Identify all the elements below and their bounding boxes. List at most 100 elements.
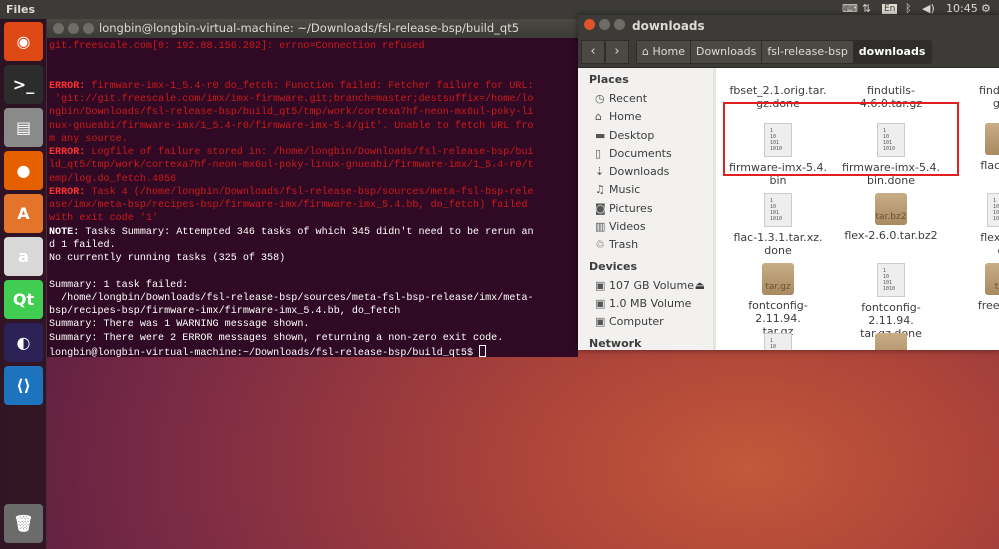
- file-item[interactable]: 1 10 101 1010fontconfig-2.11.94.tar.gz.d…: [841, 263, 941, 340]
- file-item[interactable]: tar.bz2 flex-2.6.0.tar.bz2: [841, 193, 941, 242]
- file-name: flac-1.3.1.tar.xz.: [733, 231, 823, 244]
- back-button[interactable]: ‹: [581, 40, 605, 64]
- file-item[interactable]: tar freetype: [951, 263, 999, 312]
- section-header: Network: [589, 336, 642, 350]
- film-icon: ▥: [595, 220, 606, 234]
- section-header: Places: [589, 73, 629, 86]
- sidebar-item-computer[interactable]: ▣ Computer: [578, 313, 713, 331]
- close-button[interactable]: [584, 19, 595, 30]
- launcher-qt-creator[interactable]: Qt: [4, 280, 43, 319]
- sidebar-item-pictures[interactable]: ◙ Pictures: [578, 200, 713, 218]
- terminal-titlebar[interactable]: longbin@longbin-virtual-machine: ~/Downl…: [47, 19, 578, 38]
- sidebar-item-label: Desktop: [609, 128, 655, 142]
- sidebar: Places ◷ Recent ⌂ Home ▬ Desktop ▯ Documents ⇣ Dow…: [578, 68, 716, 350]
- maximize-button[interactable]: [614, 19, 625, 30]
- sidebar-item-music[interactable]: ♫ Music: [578, 181, 713, 199]
- minimize-button[interactable]: [599, 19, 610, 30]
- keyboard-icon[interactable]: ⌨: [842, 2, 858, 15]
- file-manager-titlebar[interactable]: downloads: [578, 15, 999, 37]
- line-text: git.freescale.com[0: 192.88.156.202]: er…: [49, 41, 425, 52]
- file-item[interactable]: findutils-4.6.0.tar.gz: [841, 48, 941, 110]
- bluetooth-icon[interactable]: ᛒ: [905, 2, 912, 15]
- line-text: Summary: There were 2 ERROR messages sho…: [49, 332, 504, 344]
- sidebar-item-trash[interactable]: ♲ Trash: [578, 236, 713, 254]
- launcher: ◉ >_ ▤ ● Aa Qt ◐ ⟨⟩ 🗑: [0, 19, 47, 549]
- drive-icon: ▣: [595, 296, 606, 310]
- sidebar-item-1-0-mb-volume[interactable]: ▣ 1.0 MB Volume: [578, 295, 713, 313]
- line-text: ase/imx/meta-bsp/recipes-bsp/firmware-im…: [49, 200, 528, 211]
- sidebar-item-home[interactable]: ⌂ Home: [578, 108, 713, 126]
- file-manager-window[interactable]: downloads ‹ › ⌂ Home Downloads fsl-release…: [578, 15, 999, 350]
- sidebar-item-label: Pictures: [609, 201, 653, 215]
- clock[interactable]: 10:45: [946, 2, 978, 15]
- sidebar-item-desktop[interactable]: ▬ Desktop: [578, 127, 713, 145]
- music-icon: ♫: [595, 183, 605, 197]
- binary-file-icon: 1 10 101 1010: [987, 193, 999, 227]
- file-item[interactable]: fbset_2.1.orig.tar. gz.done: [728, 48, 828, 110]
- network-icon[interactable]: ⇅: [862, 2, 871, 15]
- folder-icon: ▬: [595, 128, 606, 142]
- window-title: downloads: [632, 19, 705, 33]
- archive-icon: tar: [985, 263, 999, 295]
- sidebar-item-videos[interactable]: ▥ Videos: [578, 218, 713, 236]
- volume-icon[interactable]: ◀): [922, 2, 935, 15]
- sidebar-item-107-gb-volume[interactable]: ▣ 107 GB Volume ⏏: [578, 277, 713, 295]
- keyboard-layout-indicator[interactable]: En: [882, 4, 898, 14]
- file-item[interactable]: 1 10 101 1010: [728, 333, 828, 350]
- terminal-line: No currently running tasks (325 of 358): [49, 252, 578, 265]
- terminal-line: m any source.: [49, 133, 578, 146]
- cursor: [479, 344, 487, 357]
- close-button[interactable]: [53, 23, 64, 34]
- launcher-software-center[interactable]: A: [4, 194, 43, 233]
- line-text: bsp/recipes-bsp/firmware-imx/firmware-im…: [49, 306, 401, 317]
- clock-icon: ◷: [595, 92, 605, 105]
- launcher-firefox[interactable]: ●: [4, 151, 43, 190]
- terminal-line: nux-gnueabi/firmware-imx/1_5.4-r0/firmwa…: [49, 120, 578, 133]
- line-text: with exit code '1': [49, 213, 159, 225]
- launcher-vscode[interactable]: ⟨⟩: [4, 366, 43, 405]
- file-name: freetype: [977, 299, 999, 312]
- archive-icon: [985, 123, 999, 155]
- terminal-title: longbin@longbin-virtual-machine: ~/Downl…: [99, 21, 520, 35]
- launcher-amazon[interactable]: a: [4, 237, 43, 276]
- maximize-button[interactable]: [83, 23, 94, 34]
- file-item[interactable]: findutilsgz.: [951, 48, 999, 110]
- sidebar-item-label: Home: [609, 110, 642, 124]
- sidebar-item-documents[interactable]: ▯ Documents: [578, 145, 713, 163]
- forward-button[interactable]: ›: [605, 40, 629, 64]
- trash-icon[interactable]: 🗑: [4, 504, 43, 543]
- terminal-line: d 1 failed.: [49, 239, 578, 252]
- launcher-terminal[interactable]: >_: [4, 65, 43, 104]
- sidebar-item-downloads[interactable]: ⇣ Downloads: [578, 163, 713, 181]
- launcher-files[interactable]: ▤: [4, 108, 43, 147]
- launcher-eclipse[interactable]: ◐: [4, 323, 43, 362]
- prompt: longbin@longbin-virtual-machine:~/Downlo…: [49, 347, 480, 357]
- home-icon: ⌂: [642, 45, 653, 58]
- terminal-line: git.freescale.com[0: 192.88.156.202]: er…: [49, 40, 578, 53]
- sidebar-item-label: Computer: [609, 315, 664, 329]
- line-text: Logfile of failure stored in: /home/long…: [85, 147, 534, 158]
- file-item[interactable]: 1 10 101 1010 flex-2.6d: [951, 193, 999, 257]
- minimize-button[interactable]: [68, 23, 79, 34]
- line-text: emp/log.do_fetch.4056: [49, 173, 177, 185]
- line-text: firmware-imx-1_5.4-r0 do_fetch: Function…: [85, 80, 534, 92]
- launcher-ubuntu-dash[interactable]: ◉: [4, 22, 43, 61]
- file-item[interactable]: tar.gz: [841, 333, 941, 350]
- line-text: nux-gnueabi/firmware-imx/1_5.4-r0/firmwa…: [49, 120, 534, 132]
- terminal-window[interactable]: longbin@longbin-virtual-machine: ~/Downl…: [47, 19, 578, 357]
- terminal-line: /home/longbin/Downloads/fsl-release-bsp/…: [49, 292, 578, 305]
- file-item[interactable]: tar.gz fontconfig-2.11.94. tar.gz: [728, 263, 828, 338]
- sidebar-item-recent[interactable]: ◷ Recent: [578, 90, 713, 108]
- breadcrumb-home[interactable]: ⌂ Home: [637, 41, 691, 63]
- line-text: No currently running tasks (325 of 358): [49, 253, 286, 264]
- file-name: findutils: [978, 84, 999, 97]
- terminal-output[interactable]: git.freescale.com[0: 192.88.156.202]: er…: [47, 38, 578, 357]
- eject-icon[interactable]: ⏏: [695, 277, 705, 295]
- power-gear-icon[interactable]: ⚙: [981, 2, 991, 15]
- file-item[interactable]: 1 10 101 1010 flac-1.3.1.tar.xz. done: [728, 193, 828, 257]
- drive-icon: ▣: [595, 315, 606, 329]
- terminal-line: NOTE: Tasks Summary: Attempted 346 tasks…: [49, 226, 578, 239]
- app-name: Files: [6, 3, 36, 16]
